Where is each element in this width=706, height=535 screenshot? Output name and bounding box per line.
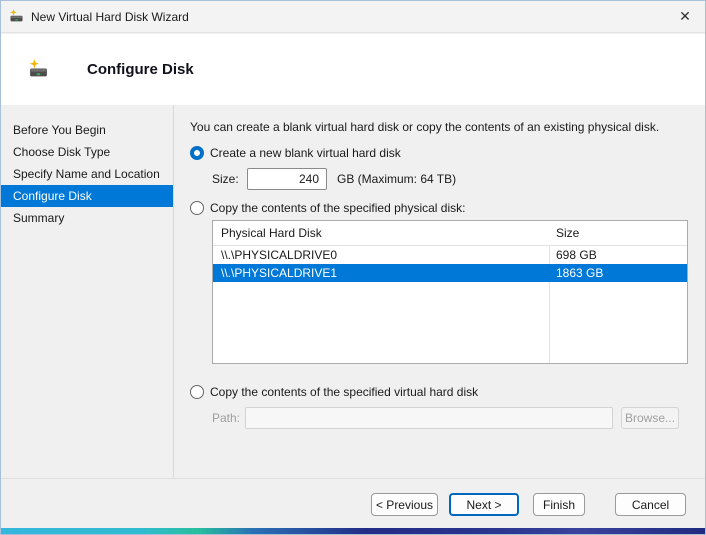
radio-label: Copy the contents of the specified virtu… [210,385,478,399]
disk-name-cell: \\.\PHYSICALDRIVE1 [213,266,549,280]
size-row: Size: GB (Maximum: 64 TB) [212,168,688,190]
intro-text: You can create a blank virtual hard disk… [190,120,688,135]
disk-name-cell: \\.\PHYSICALDRIVE0 [213,248,549,262]
wizard-window: New Virtual Hard Disk Wizard ✕ Configure… [0,0,706,535]
wizard-steps-sidebar: Before You Begin Choose Disk Type Specif… [1,105,174,478]
button-bar: < Previous Next > Finish Cancel [1,479,705,530]
path-row: Path: Browse... [212,407,688,429]
path-label: Path: [212,411,245,425]
sidebar-item-configure-disk: Configure Disk [1,185,173,207]
browse-button: Browse... [621,407,679,429]
next-button[interactable]: Next > [449,493,519,516]
virtual-disk-icon [9,9,24,24]
sidebar-item-summary: Summary [1,207,173,229]
table-row-physicaldrive1[interactable]: \\.\PHYSICALDRIVE1 1863 GB [213,264,687,282]
table-header-row: Physical Hard Disk Size [213,221,687,246]
size-maximum-hint: GB (Maximum: 64 TB) [337,172,456,186]
desktop-wallpaper-edge [0,528,706,534]
page-title: Configure Disk [87,61,194,78]
radio-copy-physical-disk[interactable]: Copy the contents of the specified physi… [190,200,688,216]
radio-button-icon [190,201,204,215]
title-bar: New Virtual Hard Disk Wizard ✕ [1,1,705,33]
table-row-physicaldrive0[interactable]: \\.\PHYSICALDRIVE0 698 GB [213,246,687,264]
path-input [245,407,613,429]
disk-size-cell: 1863 GB [549,266,687,280]
radio-button-icon [190,146,204,160]
window-title: New Virtual Hard Disk Wizard [31,10,189,24]
sidebar-item-choose-disk-type: Choose Disk Type [1,141,173,163]
wizard-header: Configure Disk [1,34,705,105]
radio-button-icon [190,385,204,399]
physical-disk-table: Physical Hard Disk Size \\.\PHYSICALDRIV… [212,220,688,364]
wizard-content: You can create a blank virtual hard disk… [174,105,706,478]
previous-button[interactable]: < Previous [371,493,438,516]
radio-label: Copy the contents of the specified physi… [210,201,465,215]
radio-copy-virtual-disk[interactable]: Copy the contents of the specified virtu… [190,384,688,400]
disk-size-cell: 698 GB [549,248,687,262]
size-label: Size: [212,172,247,186]
column-header-physical-hard-disk[interactable]: Physical Hard Disk [213,226,549,240]
sidebar-item-before-you-begin: Before You Begin [1,119,173,141]
wizard-body: Before You Begin Choose Disk Type Specif… [1,105,705,478]
sidebar-item-specify-name-and-location: Specify Name and Location [1,163,173,185]
radio-create-blank-disk[interactable]: Create a new blank virtual hard disk [190,145,688,161]
finish-button[interactable]: Finish [533,493,585,516]
column-header-size[interactable]: Size [549,226,687,240]
size-input[interactable] [247,168,327,190]
virtual-disk-icon [28,59,49,80]
cancel-button[interactable]: Cancel [615,493,686,516]
close-icon[interactable]: ✕ [665,1,705,32]
radio-label: Create a new blank virtual hard disk [210,146,401,160]
